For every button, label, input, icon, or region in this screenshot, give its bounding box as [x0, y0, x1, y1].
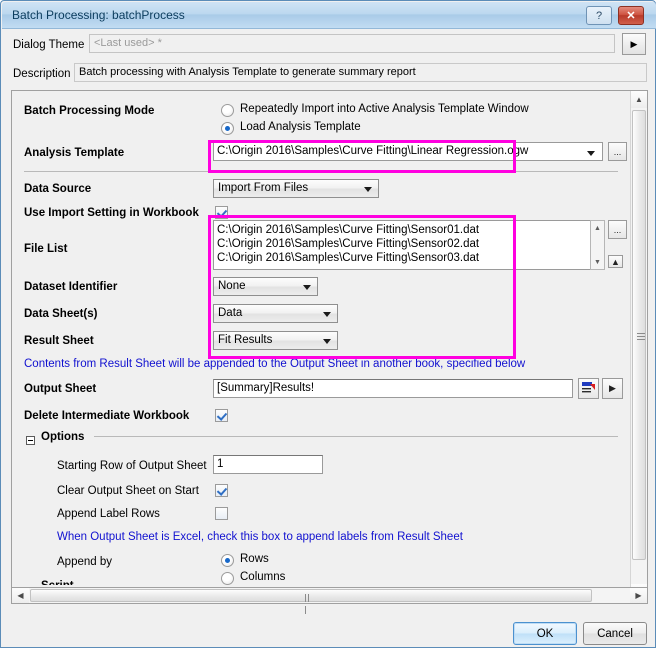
delete-intermediate-checkbox[interactable]: [215, 409, 228, 422]
result-sheet-combo[interactable]: Fit Results: [213, 331, 338, 350]
scrollbar-grip: [637, 333, 645, 340]
scroll-up-icon[interactable]: ▲: [631, 91, 647, 108]
scrollbar-thumb[interactable]: [632, 110, 646, 560]
radio-load-analysis-template[interactable]: [221, 122, 234, 135]
file-list-item[interactable]: C:\Origin 2016\Samples\Curve Fitting\Sen…: [217, 223, 590, 237]
data-sheets-combo[interactable]: Data: [213, 304, 338, 323]
file-list-item[interactable]: C:\Origin 2016\Samples\Curve Fitting\Sen…: [217, 237, 590, 251]
description-label: Description: [13, 68, 71, 80]
starting-row-field[interactable]: 1: [213, 455, 323, 474]
use-import-setting-checkbox[interactable]: [215, 206, 228, 219]
divider: [24, 171, 618, 172]
radio-repeatedly-import-label: Repeatedly Import into Active Analysis T…: [240, 103, 529, 115]
description-field[interactable]: Batch processing with Analysis Template …: [74, 63, 647, 82]
scroll-right-icon[interactable]: ▶: [630, 588, 647, 603]
scroll-down-icon[interactable]: ▼: [591, 256, 604, 268]
starting-row-label: Starting Row of Output Sheet: [57, 460, 207, 472]
select-range-icon: [581, 382, 595, 393]
data-sheets-label: Data Sheet(s): [24, 308, 98, 320]
batch-processing-dialog: Batch Processing: batchProcess ? ✕ Dialo…: [0, 0, 656, 648]
options-expander-icon[interactable]: [26, 436, 35, 445]
chevron-down-icon: [303, 284, 311, 290]
dataset-identifier-label: Dataset Identifier: [24, 281, 118, 293]
data-source-combo[interactable]: Import From Files: [213, 179, 379, 198]
append-label-rows-label: Append Label Rows: [57, 508, 160, 520]
help-button[interactable]: ?: [586, 6, 612, 25]
analysis-template-browse-button[interactable]: ...: [608, 142, 627, 161]
file-list-box[interactable]: C:\Origin 2016\Samples\Curve Fitting\Sen…: [213, 220, 591, 270]
output-sheet-field[interactable]: [Summary]Results!: [213, 379, 573, 398]
radio-append-by-rows-label: Rows: [240, 553, 269, 565]
clear-output-label: Clear Output Sheet on Start: [57, 485, 199, 497]
use-import-setting-label: Use Import Setting in Workbook: [24, 207, 199, 219]
append-by-label: Append by: [57, 556, 112, 568]
file-list-item[interactable]: C:\Origin 2016\Samples\Curve Fitting\Sen…: [217, 251, 590, 265]
radio-append-by-columns-label: Columns: [240, 571, 286, 583]
file-list-browse-button[interactable]: ...: [608, 220, 627, 239]
settings-panel-content: Batch Processing Mode Repeatedly Import …: [12, 91, 630, 585]
cancel-button[interactable]: Cancel: [583, 622, 647, 645]
settings-panel: Batch Processing Mode Repeatedly Import …: [11, 90, 648, 602]
chevron-down-icon: [323, 311, 331, 317]
dialog-theme-menu-button[interactable]: ▶: [622, 33, 646, 55]
scrollbar-grip: [305, 593, 312, 614]
panel-horizontal-scrollbar[interactable]: ◀ ▶: [11, 587, 648, 614]
close-button[interactable]: ✕: [618, 6, 644, 25]
delete-intermediate-label: Delete Intermediate Workbook: [24, 410, 190, 422]
radio-repeatedly-import[interactable]: [221, 104, 234, 117]
options-group-label: Options: [41, 431, 85, 443]
scroll-up-icon[interactable]: ▲: [591, 222, 604, 234]
chevron-down-icon: [364, 186, 372, 192]
analysis-template-label: Analysis Template: [24, 147, 125, 159]
file-list-label: File List: [24, 243, 68, 255]
output-sheet-menu-button[interactable]: ▶: [602, 378, 623, 399]
clear-output-checkbox[interactable]: [215, 484, 228, 497]
append-label-rows-checkbox[interactable]: [215, 507, 228, 520]
dialog-theme-field[interactable]: <Last used> *: [89, 34, 615, 53]
title-bar: Batch Processing: batchProcess ? ✕: [2, 2, 656, 29]
output-sheet-range-button[interactable]: [578, 378, 599, 399]
scrollbar-thumb-horizontal[interactable]: [30, 589, 592, 614]
analysis-template-combo[interactable]: C:\Origin 2016\Samples\Curve Fitting\Lin…: [213, 142, 603, 161]
window-title: Batch Processing: batchProcess: [12, 8, 185, 22]
radio-append-by-rows[interactable]: [221, 554, 234, 567]
script-group-label: Script: [41, 580, 74, 585]
dialog-theme-label: Dialog Theme: [13, 39, 85, 51]
output-sheet-label: Output Sheet: [24, 383, 97, 395]
radio-load-analysis-template-label: Load Analysis Template: [240, 121, 361, 133]
batch-mode-label: Batch Processing Mode: [24, 105, 155, 117]
scroll-left-icon[interactable]: ◀: [12, 588, 29, 603]
chevron-down-icon: [587, 151, 595, 156]
excel-hint: When Output Sheet is Excel, check this b…: [57, 531, 463, 543]
result-sheet-hint: Contents from Result Sheet will be appen…: [24, 358, 526, 370]
file-list-scrollbar[interactable]: ▲ ▼: [590, 220, 605, 270]
panel-vertical-scrollbar[interactable]: ▲ ▼: [630, 91, 647, 601]
dataset-identifier-combo[interactable]: None: [213, 277, 318, 296]
options-group-divider: [94, 436, 618, 437]
result-sheet-label: Result Sheet: [24, 335, 94, 347]
radio-append-by-columns[interactable]: [221, 572, 234, 585]
file-list-move-up-button[interactable]: ▲: [608, 255, 623, 268]
chevron-down-icon: [323, 338, 331, 344]
data-source-label: Data Source: [24, 183, 92, 195]
ok-button[interactable]: OK: [513, 622, 577, 645]
